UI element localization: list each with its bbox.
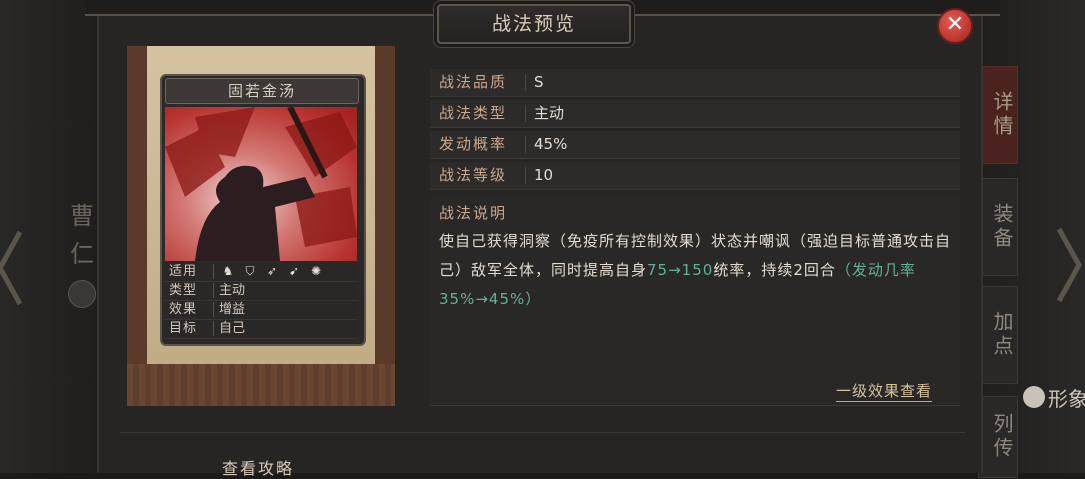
- info-key: 目标: [169, 321, 198, 336]
- tab-biography[interactable]: 列传: [978, 396, 1018, 478]
- divider: [213, 264, 214, 279]
- field-label: 发动概率: [439, 135, 508, 153]
- description-box: 战法说明 使自己获得洞察（免疫所有控制效果）状态并嘲讽（强迫目标普通攻击自己）敌…: [430, 197, 960, 406]
- info-key: 适用: [169, 264, 198, 279]
- figure-icon[interactable]: [1023, 386, 1045, 408]
- spear-icon: ➹: [288, 264, 300, 278]
- figure-label[interactable]: 形象: [1048, 383, 1085, 412]
- info-row-type: 类型 主动: [165, 281, 357, 301]
- field-value: 45%: [534, 135, 568, 153]
- info-value: 自己: [219, 321, 246, 336]
- field-label: 战法等级: [439, 166, 508, 184]
- divider: [525, 74, 526, 91]
- divider: [525, 136, 526, 153]
- divider: [525, 105, 526, 122]
- divider: [120, 432, 965, 433]
- sound-icon[interactable]: [68, 280, 96, 308]
- description-highlight-1: 75→150: [647, 261, 714, 279]
- info-key: 类型: [169, 283, 198, 298]
- info-value: 增益: [219, 302, 246, 317]
- close-button[interactable]: ✕: [937, 8, 973, 44]
- field-type: 战法类型 主动: [430, 100, 960, 128]
- info-row-applicable: 适用 ♞ ⛉ ➶ ➹ ✺: [165, 262, 357, 282]
- info-row-target: 目标 自己: [165, 319, 357, 339]
- tactic-card-name: 固若金汤: [165, 78, 359, 104]
- title-plate: 战法预览: [437, 4, 631, 44]
- field-quality: 战法品质 S: [430, 69, 960, 97]
- next-arrow-icon[interactable]: [1055, 225, 1085, 305]
- description-label: 战法说明: [439, 204, 508, 222]
- field-activation-rate: 发动概率 45%: [430, 131, 960, 159]
- tab-equipment[interactable]: 装备: [978, 178, 1018, 276]
- close-icon: ✕: [945, 12, 965, 37]
- field-level: 战法等级 10: [430, 162, 960, 190]
- field-label: 战法类型: [439, 104, 508, 122]
- cavalry-icon: ♞: [222, 264, 234, 278]
- modal-title: 战法预览: [491, 13, 576, 35]
- scroll-rod: [127, 364, 395, 406]
- divider: [213, 302, 214, 317]
- previous-arrow-icon[interactable]: [0, 228, 24, 308]
- tactic-card-info: 适用 ♞ ⛉ ➶ ➹ ✺ 类型 主动 效果 增益 目标 自己: [165, 262, 357, 340]
- warrior-silhouette-icon: [165, 107, 357, 261]
- field-value: S: [534, 73, 544, 91]
- info-value: 主动: [219, 283, 246, 298]
- strategy-guide-link[interactable]: 查看攻略: [222, 455, 294, 479]
- hero-name-glyph-1: 曹: [70, 202, 94, 230]
- field-value: 10: [534, 166, 554, 184]
- divider: [525, 167, 526, 184]
- shield-icon: ⛉: [245, 264, 255, 278]
- divider: [213, 283, 214, 298]
- tab-attributes[interactable]: 加点: [978, 286, 1018, 384]
- field-value: 主动: [534, 104, 565, 122]
- divider: [213, 321, 214, 336]
- info-row-effect: 效果 增益: [165, 300, 357, 320]
- description-text: 使自己获得洞察（免疫所有控制效果）状态并嘲讽（强迫目标普通攻击自己）敌军全体，同…: [439, 227, 954, 314]
- tab-details[interactable]: 详情: [978, 66, 1018, 164]
- info-key: 效果: [169, 302, 198, 317]
- field-label: 战法品质: [439, 73, 508, 91]
- hero-name-glyph-2: 仁: [70, 240, 94, 268]
- level-one-effect-link[interactable]: 一级效果查看: [836, 380, 933, 402]
- tactic-card-art: [165, 107, 357, 261]
- description-part-2: 统率，持续2回合: [713, 261, 836, 279]
- archer-icon: ➶: [266, 264, 278, 278]
- siege-icon: ✺: [310, 264, 322, 278]
